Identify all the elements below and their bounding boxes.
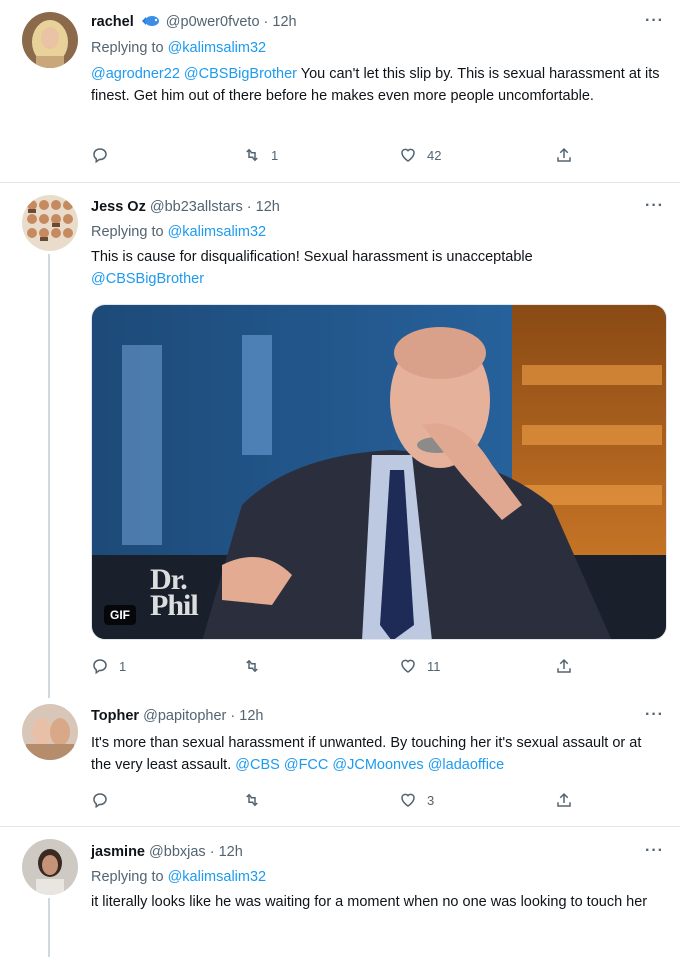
like-button[interactable]: 3: [399, 789, 434, 811]
like-button[interactable]: 42: [399, 144, 441, 166]
mention-links[interactable]: @CBS @FCC @JCMoonves @ladaoffice: [235, 757, 504, 773]
replying-to-label: Replying to: [91, 869, 164, 885]
reply-to-handle[interactable]: @kalimsalim32: [168, 224, 267, 240]
action-bar: 1 42: [91, 144, 651, 166]
tweet-topher[interactable]: Topher @papitopher · 12h ··· It's more t…: [0, 698, 680, 826]
tweet-header: rachel @p0wer0fveto · 12h: [91, 14, 297, 32]
retweet-icon: [246, 793, 258, 807]
mention-link[interactable]: @CBSBigBrother: [91, 271, 204, 287]
handle[interactable]: @bb23allstars: [150, 199, 243, 215]
fish-emoji-icon: [140, 14, 160, 32]
timestamp[interactable]: 12h: [256, 199, 280, 215]
like-count: 11: [427, 658, 441, 674]
retweet-icon: [246, 659, 258, 673]
gif-media[interactable]: Dr. Phil GIF: [91, 304, 667, 640]
dr-phil-logo: Dr. Phil: [150, 563, 199, 622]
separator-dot: ·: [246, 199, 252, 215]
tweet-jasmine[interactable]: jasmine @bbxjas · 12h ··· Replying to @k…: [0, 827, 680, 957]
share-button[interactable]: [555, 655, 573, 677]
retweet-button[interactable]: [243, 655, 271, 677]
separator-dot: ·: [263, 14, 269, 30]
tweet-text: it literally looks like he was waiting f…: [91, 891, 661, 913]
reply-button[interactable]: [91, 144, 119, 166]
reply-button[interactable]: [91, 789, 119, 811]
like-button[interactable]: 11: [399, 655, 441, 677]
retweet-button[interactable]: 1: [243, 144, 278, 166]
replying-to-line: Replying to @kalimsalim32: [91, 224, 266, 240]
tweet-header: Jess Oz @bb23allstars · 12h: [91, 199, 280, 215]
display-name[interactable]: Topher: [91, 708, 139, 724]
action-bar: 3: [91, 789, 651, 811]
reply-icon: [93, 793, 107, 809]
more-options-icon[interactable]: ···: [645, 706, 664, 724]
avatar[interactable]: [22, 195, 78, 251]
mention-link[interactable]: @agrodner22: [91, 66, 180, 82]
reply-to-handle[interactable]: @kalimsalim32: [168, 40, 267, 56]
avatar[interactable]: [22, 12, 78, 68]
display-name[interactable]: Jess Oz: [91, 199, 146, 215]
handle[interactable]: @bbxjas: [149, 844, 206, 860]
tweet-text: It's more than sexual harassment if unwa…: [91, 732, 661, 776]
share-button[interactable]: [555, 144, 573, 166]
reply-icon: [93, 659, 107, 675]
heart-icon: [401, 148, 415, 162]
replying-to-label: Replying to: [91, 224, 164, 240]
more-options-icon[interactable]: ···: [645, 12, 664, 30]
share-button[interactable]: [555, 789, 573, 811]
reply-to-handle[interactable]: @kalimsalim32: [168, 869, 267, 885]
retweet-count: 1: [271, 147, 279, 163]
reply-icon: [93, 148, 107, 164]
like-count: 42: [427, 147, 442, 163]
tweet-body-text: This is cause for disqualification! Sexu…: [91, 249, 533, 265]
share-icon: [557, 658, 571, 673]
retweet-icon: [246, 148, 258, 162]
reply-button[interactable]: 1: [91, 655, 126, 677]
tweet-header: Topher @papitopher · 12h: [91, 708, 263, 724]
replying-to-line: Replying to @kalimsalim32: [91, 869, 266, 885]
separator-dot: ·: [209, 844, 215, 860]
handle[interactable]: @p0wer0fveto: [166, 14, 260, 30]
avatar[interactable]: [22, 839, 78, 895]
replying-to-line: Replying to @kalimsalim32: [91, 40, 266, 56]
like-count: 3: [427, 792, 435, 808]
timestamp[interactable]: 12h: [219, 844, 243, 860]
mention-link[interactable]: @CBSBigBrother: [184, 66, 297, 82]
tweet-rachel[interactable]: rachel @p0wer0fveto · 12h ··· Replying t…: [0, 0, 680, 182]
share-icon: [557, 792, 571, 807]
separator-dot: ·: [230, 708, 236, 724]
replying-to-label: Replying to: [91, 40, 164, 56]
retweet-button[interactable]: [243, 789, 271, 811]
tweet-header: jasmine @bbxjas · 12h: [91, 844, 243, 860]
more-options-icon[interactable]: ···: [645, 842, 664, 860]
heart-icon: [401, 659, 415, 673]
share-icon: [557, 147, 571, 162]
tweet-text: @agrodner22 @CBSBigBrother You can't let…: [91, 63, 661, 107]
tweet-body-text: it literally looks like he was waiting f…: [91, 894, 648, 910]
action-bar: 1 11: [91, 655, 651, 677]
reply-count: 1: [119, 658, 127, 674]
display-name[interactable]: jasmine: [91, 844, 145, 860]
timestamp[interactable]: 12h: [239, 708, 263, 724]
avatar[interactable]: [22, 704, 78, 760]
gif-badge: GIF: [104, 605, 136, 625]
more-options-icon[interactable]: ···: [645, 197, 664, 215]
display-name[interactable]: rachel: [91, 14, 134, 30]
handle[interactable]: @papitopher: [143, 708, 226, 724]
timestamp[interactable]: 12h: [272, 14, 296, 30]
heart-icon: [401, 793, 415, 807]
tweet-text: This is cause for disqualification! Sexu…: [91, 246, 661, 290]
